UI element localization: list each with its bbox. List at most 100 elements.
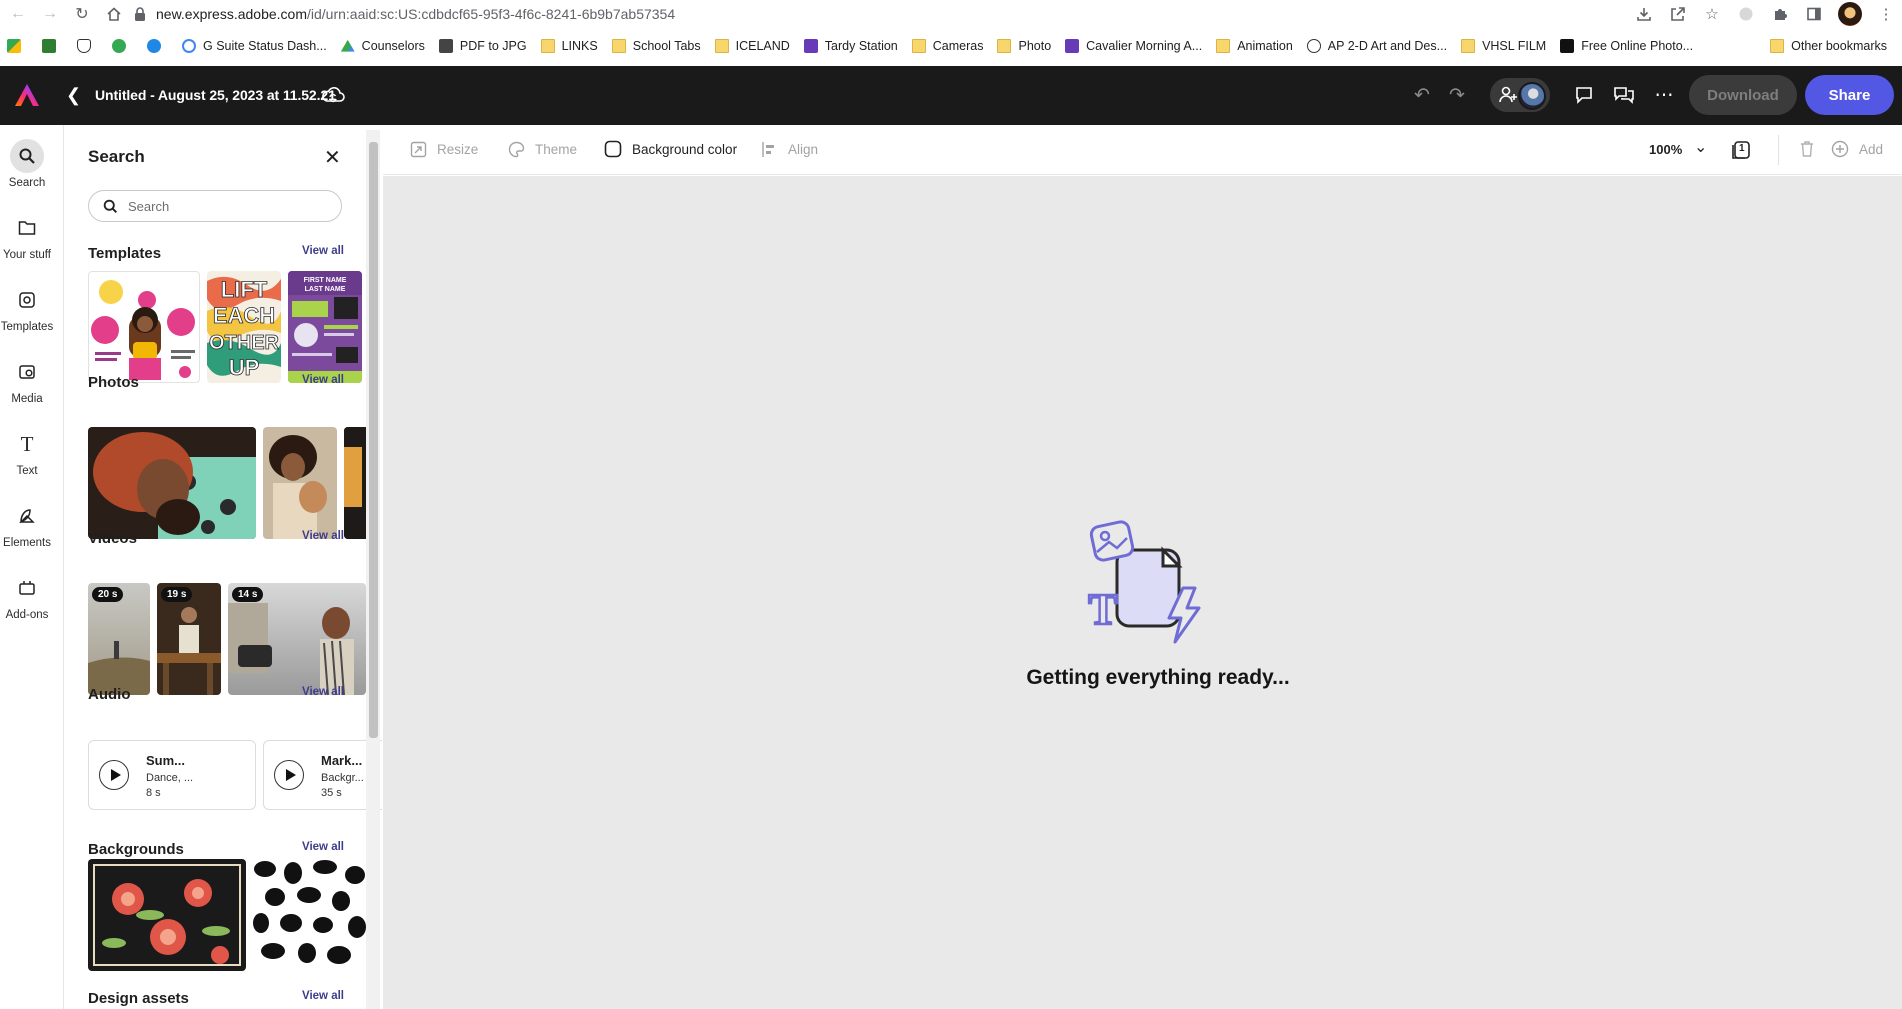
bookmark-item[interactable]: VHSL FILM: [1454, 34, 1553, 58]
bookmark-apps[interactable]: [0, 34, 35, 58]
background-thumbnail[interactable]: [253, 859, 366, 971]
redo-icon[interactable]: ↷: [1445, 83, 1469, 107]
add-page-button[interactable]: Add: [1831, 140, 1883, 158]
theme-button[interactable]: Theme: [507, 140, 577, 158]
bookmark-shield[interactable]: [70, 34, 105, 58]
toolbar-divider: [1778, 135, 1779, 165]
bookmark-classroom[interactable]: [35, 34, 70, 58]
close-icon[interactable]: ✕: [324, 145, 341, 170]
bookmark-item[interactable]: Tardy Station: [797, 34, 905, 58]
home-icon[interactable]: [100, 0, 128, 28]
svg-text:T: T: [1088, 585, 1117, 634]
bookmark-item[interactable]: PDF to JPG: [432, 34, 534, 58]
rail-item-elements[interactable]: Elements: [0, 499, 54, 549]
background-color-button[interactable]: Background color: [604, 140, 737, 158]
more-options-icon[interactable]: ⋯: [1652, 83, 1676, 107]
search-input[interactable]: [128, 198, 318, 214]
bookmark-item[interactable]: Cameras: [905, 34, 991, 58]
side-panel-icon[interactable]: [1804, 4, 1824, 24]
photo-thumbnail[interactable]: [88, 427, 256, 539]
audio-genre: Backgr...: [321, 772, 364, 784]
reload-icon[interactable]: ↻: [68, 0, 96, 28]
bookmark-item[interactable]: Cavalier Morning A...: [1058, 34, 1209, 58]
forward-arrow-icon[interactable]: →: [36, 0, 64, 28]
photo-thumbnail[interactable]: [263, 427, 337, 539]
video-thumbnail[interactable]: 19 s: [157, 583, 221, 695]
menu-dots-icon[interactable]: ⋮: [1876, 4, 1896, 24]
share-button[interactable]: Share: [1805, 75, 1894, 115]
search-icon: [10, 139, 44, 173]
download-button[interactable]: Download: [1689, 75, 1797, 115]
chat-icon[interactable]: [1612, 83, 1636, 107]
browser-actions: ☆ ⋮: [1634, 0, 1896, 28]
bookmark-item[interactable]: Photo: [990, 34, 1058, 58]
trash-icon[interactable]: [1798, 140, 1818, 160]
section-title-audio: Audio: [88, 686, 131, 703]
star-icon[interactable]: ☆: [1702, 4, 1722, 24]
align-button[interactable]: Align: [760, 140, 818, 158]
back-arrow-icon[interactable]: ←: [4, 0, 32, 28]
bookmark-item[interactable]: G Suite Status Dash...: [175, 34, 334, 58]
comment-icon[interactable]: [1572, 83, 1596, 107]
document-title[interactable]: Untitled - August 25, 2023 at 11.52.21: [95, 87, 336, 103]
invite-person-icon[interactable]: [1496, 83, 1520, 107]
rail-item-search[interactable]: Search: [0, 139, 54, 189]
background-thumbnail[interactable]: [88, 859, 246, 971]
video-thumbnail[interactable]: 14 s: [228, 583, 366, 695]
search-field[interactable]: [88, 190, 342, 222]
bookmark-item[interactable]: Free Online Photo...: [1553, 34, 1700, 58]
rail-item-templates[interactable]: Templates: [0, 283, 54, 333]
bookmark-item[interactable]: Animation: [1209, 34, 1300, 58]
view-all-audio[interactable]: View all: [302, 686, 344, 698]
view-all-backgrounds[interactable]: View all: [302, 841, 344, 853]
cloud-sync-icon[interactable]: [320, 84, 346, 106]
bookmark-item[interactable]: School Tabs: [605, 34, 708, 58]
bookmark-c[interactable]: [140, 34, 175, 58]
bookmark-item[interactable]: ICELAND: [708, 34, 797, 58]
bookmarks-bar: G Suite Status Dash... Counselors PDF to…: [0, 34, 1902, 58]
rail-item-addons[interactable]: Add-ons: [0, 571, 54, 621]
video-thumbnail[interactable]: 20 s: [88, 583, 150, 695]
address-bar[interactable]: new.express.adobe.com/id/urn:aaid:sc:US:…: [134, 2, 1754, 26]
puzzle-icon[interactable]: [1770, 4, 1790, 24]
view-all-templates[interactable]: View all: [302, 245, 344, 257]
section-title-templates: Templates: [88, 245, 162, 262]
rail-item-text[interactable]: T Text: [0, 427, 54, 478]
template-thumbnail[interactable]: [88, 271, 200, 383]
svg-text:FIRST NAME: FIRST NAME: [304, 277, 347, 284]
rail-item-media[interactable]: Media: [0, 355, 54, 405]
template-thumbnail[interactable]: FIRST NAME LAST NAME: [288, 271, 362, 383]
adobe-express-logo[interactable]: [14, 83, 40, 107]
rail-item-your-stuff[interactable]: Your stuff: [0, 211, 54, 261]
chevron-down-icon[interactable]: ⌄: [1694, 137, 1707, 157]
panel-scrollbar-thumb[interactable]: [369, 142, 378, 738]
audio-title: Sum...: [146, 753, 186, 768]
audio-card[interactable]: Sum... Dance, ... 8 s: [88, 740, 256, 810]
audio-card[interactable]: Mark... Backgr... 35 s: [263, 740, 382, 810]
resize-button[interactable]: Resize: [409, 140, 478, 158]
play-icon[interactable]: [99, 760, 129, 790]
bookmark-plus[interactable]: [105, 34, 140, 58]
view-all-videos[interactable]: View all: [302, 530, 344, 542]
zoom-level[interactable]: 100%: [1649, 142, 1682, 157]
align-label: Align: [788, 141, 819, 157]
play-icon[interactable]: [274, 760, 304, 790]
view-all-photos[interactable]: View all: [302, 374, 344, 386]
profile-avatar[interactable]: [1838, 2, 1862, 26]
add-label: Add: [1859, 141, 1884, 157]
install-icon[interactable]: [1634, 4, 1654, 24]
bookmark-item[interactable]: Counselors: [334, 34, 432, 58]
share-page-icon[interactable]: [1668, 4, 1688, 24]
extension-circle-icon[interactable]: [1736, 4, 1756, 24]
other-bookmarks[interactable]: Other bookmarks: [1763, 34, 1894, 58]
pages-icon[interactable]: 1: [1730, 139, 1752, 161]
back-chevron-icon[interactable]: ❮: [66, 85, 81, 106]
user-avatar[interactable]: [1518, 82, 1546, 110]
bookmark-item[interactable]: AP 2-D Art and Des...: [1300, 34, 1454, 58]
view-all-design-assets[interactable]: View all: [302, 990, 344, 1002]
template-thumbnail[interactable]: LIFT EACH OTHER UP: [207, 271, 281, 383]
media-icon: [10, 355, 44, 389]
bookmark-item[interactable]: LINKS: [534, 34, 605, 58]
globe-icon: [1306, 39, 1321, 53]
undo-icon[interactable]: ↶: [1410, 83, 1434, 107]
